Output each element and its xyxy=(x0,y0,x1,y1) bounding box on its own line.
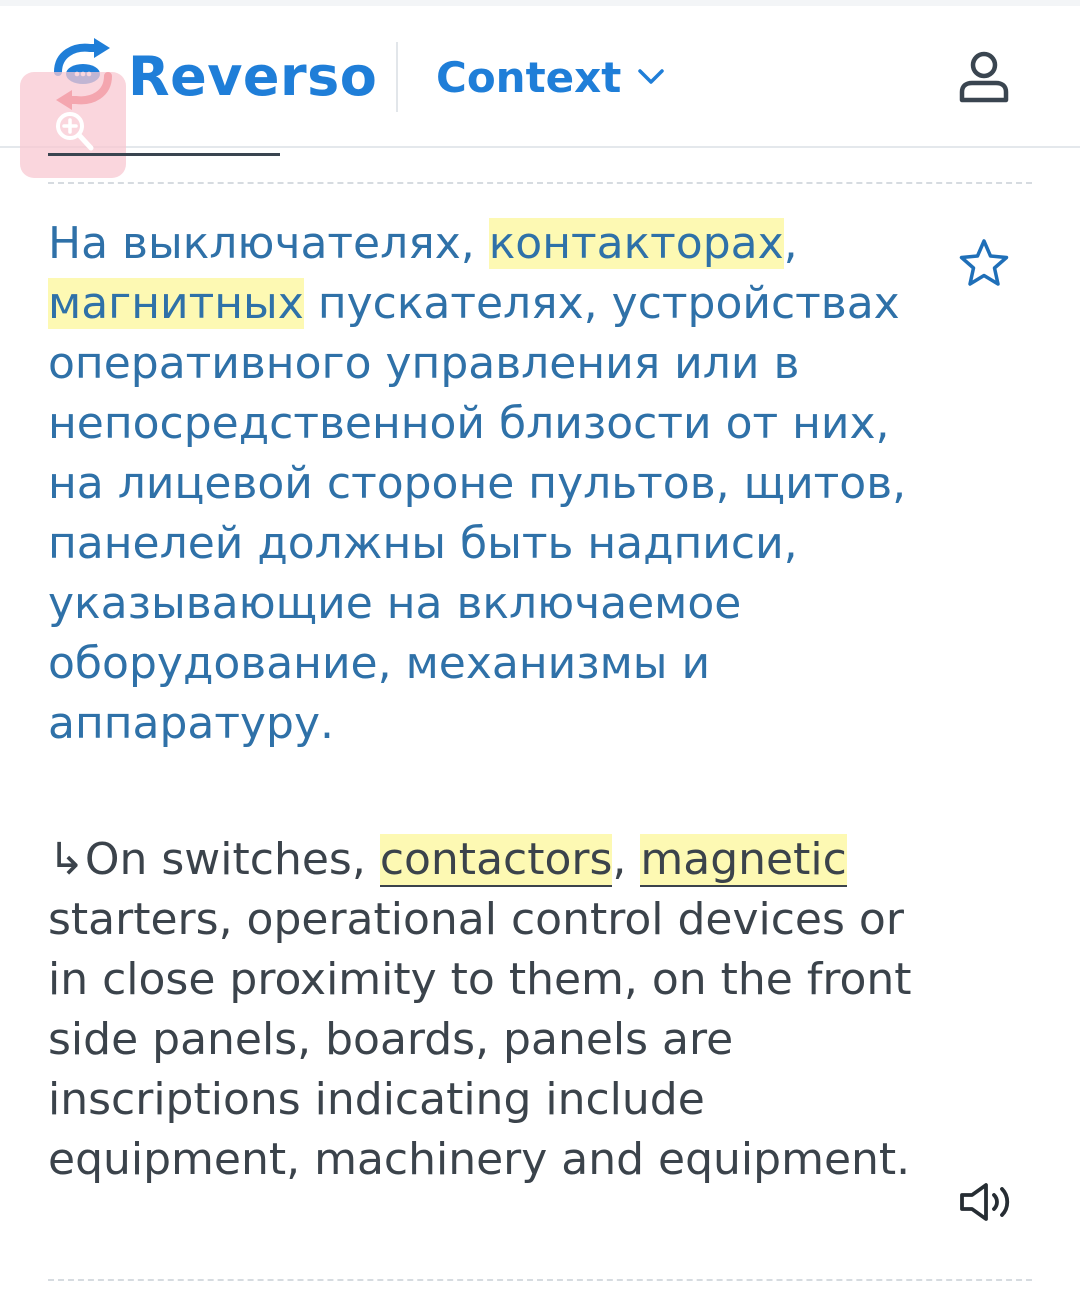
example-separator-bottom xyxy=(48,1279,1032,1281)
source-segment: , xyxy=(783,218,798,269)
source-sentence: На выключателях, контакторах, магнитных … xyxy=(48,214,928,754)
target-segment: , xyxy=(612,834,641,885)
source-segment: пускателях, устройствах оперативного упр… xyxy=(48,278,907,749)
active-tab-indicator xyxy=(48,153,280,156)
product-dropdown-label: Context xyxy=(436,52,622,102)
user-icon[interactable] xyxy=(954,50,1014,106)
target-highlight-magnetic[interactable]: magnetic xyxy=(640,834,847,887)
star-icon[interactable] xyxy=(958,238,1010,288)
target-segment: On switches, xyxy=(84,834,380,885)
target-segment: starters, operational control devices or… xyxy=(48,894,912,1185)
source-segment: На выключателях, xyxy=(48,218,489,269)
product-dropdown[interactable]: Context xyxy=(436,44,665,110)
source-highlight-contactors[interactable]: контакторах xyxy=(488,218,784,269)
arrow-icon: ↳ xyxy=(48,834,85,885)
header-separator xyxy=(396,42,398,112)
speaker-icon[interactable] xyxy=(958,1180,1014,1224)
target-sentence: ↳On switches, contactors, magnetic start… xyxy=(48,830,948,1190)
source-highlight-magnetic[interactable]: магнитных xyxy=(48,278,304,329)
chevron-down-icon xyxy=(638,69,665,84)
example-separator-top xyxy=(48,182,1032,184)
brand-name[interactable]: Reverso xyxy=(128,42,377,112)
header-divider xyxy=(0,146,1080,148)
target-highlight-contactors[interactable]: contactors xyxy=(379,834,613,887)
zoom-in-icon[interactable] xyxy=(50,108,98,156)
